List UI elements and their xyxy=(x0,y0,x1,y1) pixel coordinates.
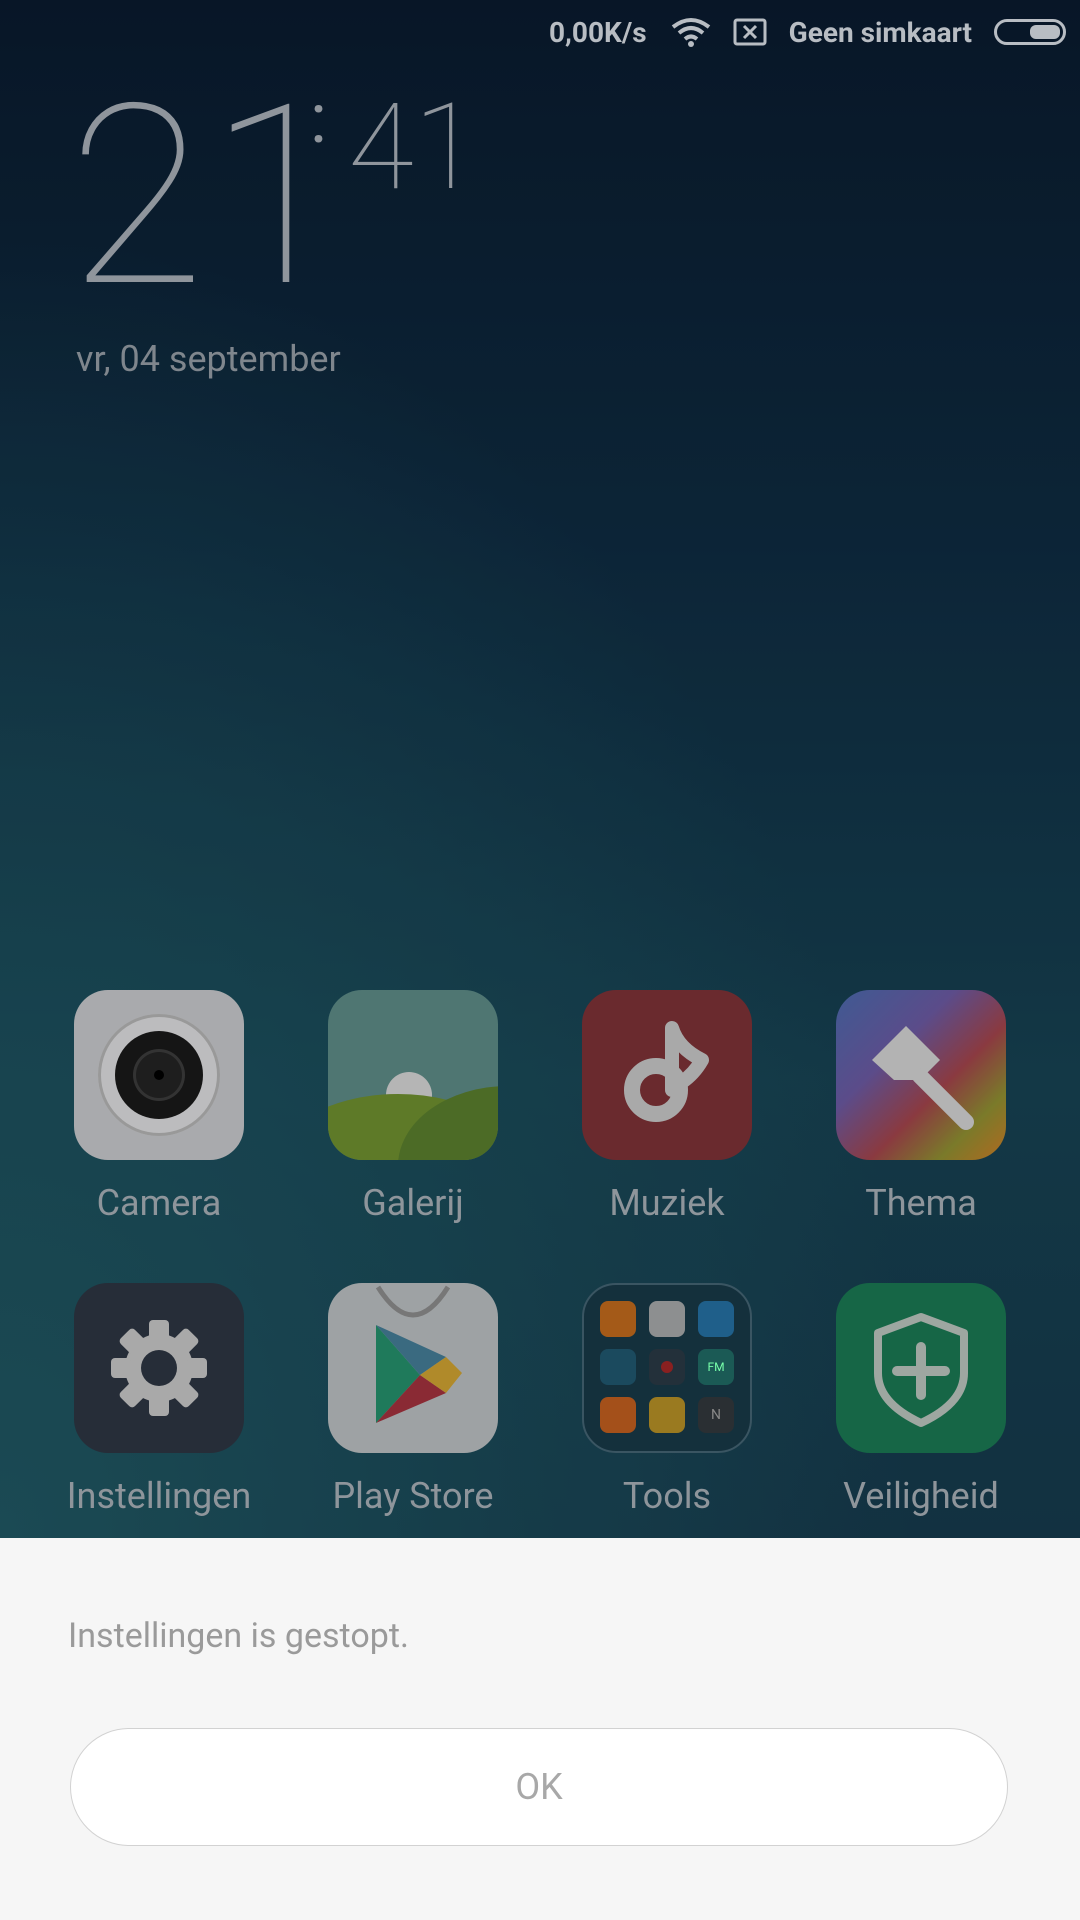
battery-icon xyxy=(994,19,1066,45)
file-folder-icon xyxy=(649,1397,685,1433)
app-camera[interactable]: Camera xyxy=(32,990,286,1224)
network-speed: 0,00K/s xyxy=(548,15,647,49)
app-settings[interactable]: Instellingen xyxy=(32,1283,286,1517)
app-label: Camera xyxy=(96,1182,222,1224)
clock-colon: : xyxy=(310,78,327,160)
security-shield-icon xyxy=(836,1283,1006,1453)
app-theme[interactable]: Thema xyxy=(794,990,1048,1224)
app-label: Instellingen xyxy=(66,1475,252,1517)
calculator-icon xyxy=(600,1397,636,1433)
app-gallery[interactable]: Galerij xyxy=(286,990,540,1224)
settings-gear-icon xyxy=(74,1283,244,1453)
app-label: Tools xyxy=(622,1475,712,1517)
mail-icon xyxy=(649,1301,685,1337)
app-label: Thema xyxy=(865,1182,977,1224)
lockscreen-clock: 21 : 41 xyxy=(68,51,479,344)
fm-radio-icon: FM xyxy=(698,1349,734,1385)
update-arrow-icon xyxy=(698,1301,734,1337)
recorder-icon xyxy=(649,1349,685,1385)
tools-folder-icon: FM N xyxy=(582,1283,752,1453)
ok-button[interactable]: OK xyxy=(70,1728,1008,1846)
app-security[interactable]: Veiligheid xyxy=(794,1283,1048,1517)
app-play-store[interactable]: Play Store xyxy=(286,1283,540,1517)
clock-minutes: 41 xyxy=(348,78,480,218)
app-label: Play Store xyxy=(332,1475,494,1517)
sim-status: Geen simkaart xyxy=(788,15,972,49)
clock-hours: 21 xyxy=(68,51,350,344)
app-label: Galerij xyxy=(362,1182,464,1224)
play-store-icon xyxy=(328,1283,498,1453)
compass-icon: N xyxy=(698,1397,734,1433)
no-sim-icon xyxy=(733,18,767,46)
app-tools-folder[interactable]: FM N Tools xyxy=(540,1283,794,1517)
mi-bear-icon xyxy=(600,1301,636,1337)
app-label: Muziek xyxy=(609,1182,725,1224)
app-music[interactable]: Muziek xyxy=(540,990,794,1224)
wifi-icon xyxy=(671,17,711,47)
clock-icon xyxy=(600,1349,636,1385)
app-label: Veiligheid xyxy=(843,1475,999,1517)
app-stopped-dialog: Instellingen is gestopt. OK xyxy=(0,1538,1080,1920)
gallery-icon xyxy=(328,990,498,1160)
camera-icon xyxy=(74,990,244,1160)
theme-brush-icon xyxy=(836,990,1006,1160)
music-icon xyxy=(582,990,752,1160)
clock-date: vr, 04 september xyxy=(76,338,341,380)
dialog-message: Instellingen is gestopt. xyxy=(68,1616,409,1656)
